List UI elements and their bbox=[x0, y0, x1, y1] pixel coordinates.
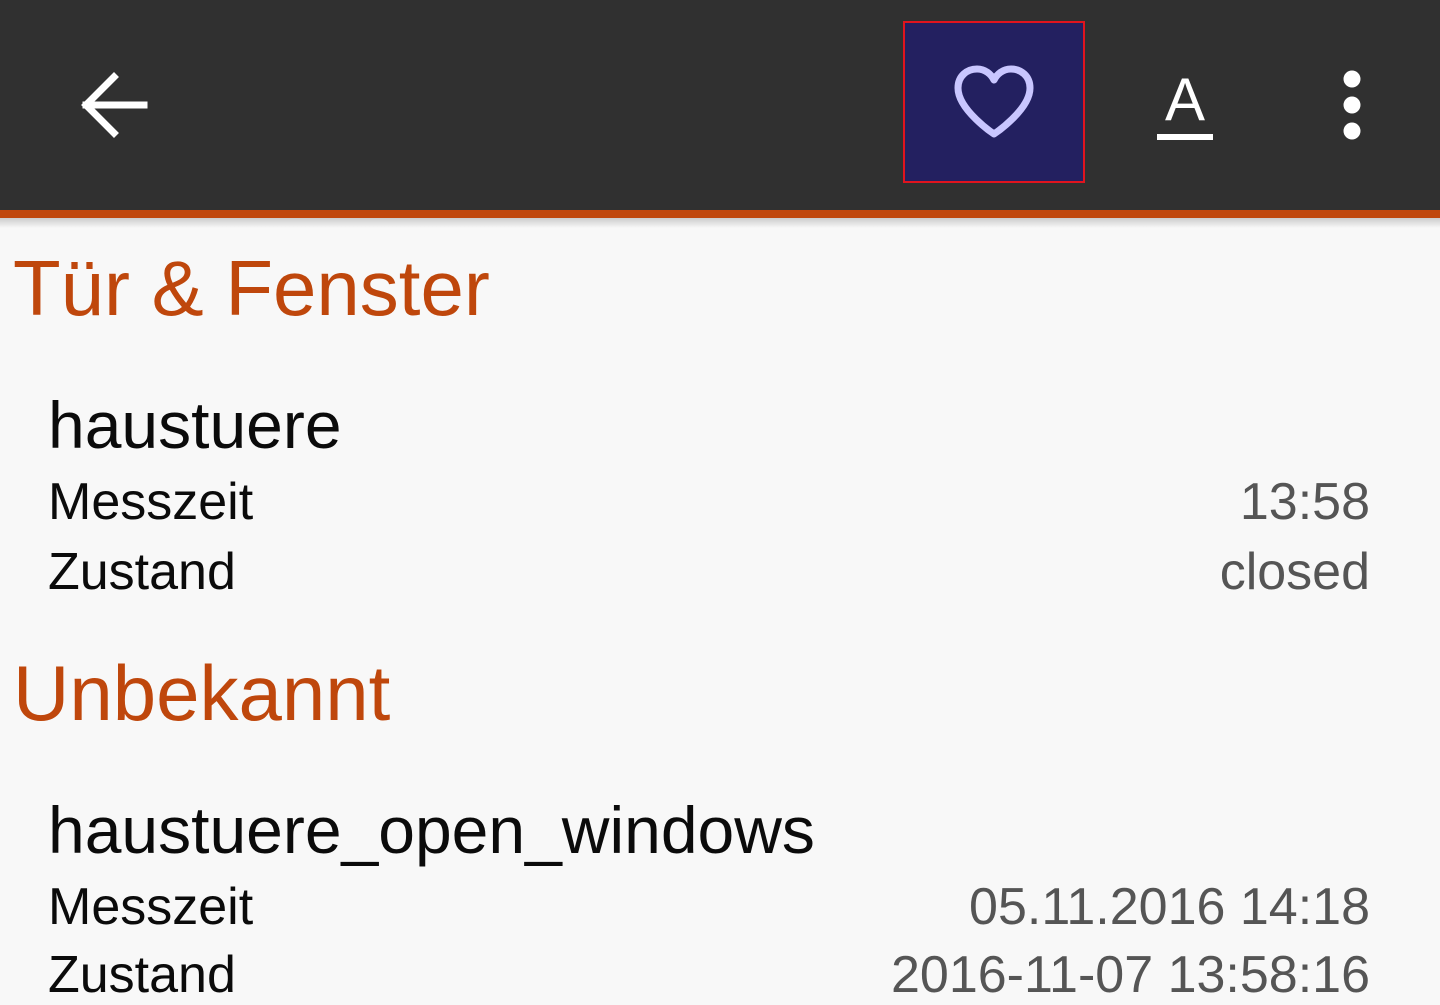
arrow-left-icon bbox=[81, 72, 148, 138]
row-value-messzeit: 13:58 bbox=[1239, 473, 1370, 531]
text-format-icon: A bbox=[1157, 70, 1213, 140]
toolbar-accent-line bbox=[0, 210, 1440, 218]
row-value-zustand: closed bbox=[1219, 543, 1370, 601]
device-name-haustuere-open-windows[interactable]: haustuere_open_windows bbox=[48, 792, 815, 868]
row-label-messzeit: Messzeit bbox=[48, 473, 254, 531]
device-name-haustuere[interactable]: haustuere bbox=[48, 387, 342, 463]
section-title-unbekannt: Unbekannt bbox=[13, 649, 391, 737]
more-options-button[interactable] bbox=[1300, 50, 1404, 160]
row-label-zustand: Zustand bbox=[48, 543, 236, 601]
font-size-button[interactable]: A bbox=[1130, 50, 1240, 160]
more-vertical-icon bbox=[1343, 70, 1361, 140]
back-button[interactable] bbox=[60, 50, 170, 160]
section-title-tuer-fenster: Tür & Fenster bbox=[13, 244, 490, 332]
row-label-messzeit: Messzeit bbox=[48, 878, 254, 936]
row-label-zustand: Zustand bbox=[48, 946, 236, 1004]
heart-outline-icon bbox=[954, 65, 1034, 138]
toolbar-shadow bbox=[0, 218, 1440, 228]
row-value-messzeit: 05.11.2016 14:18 bbox=[969, 878, 1370, 936]
row-value-zustand: 2016-11-07 13:58:16 bbox=[891, 946, 1370, 1004]
favorite-button[interactable] bbox=[903, 21, 1085, 183]
